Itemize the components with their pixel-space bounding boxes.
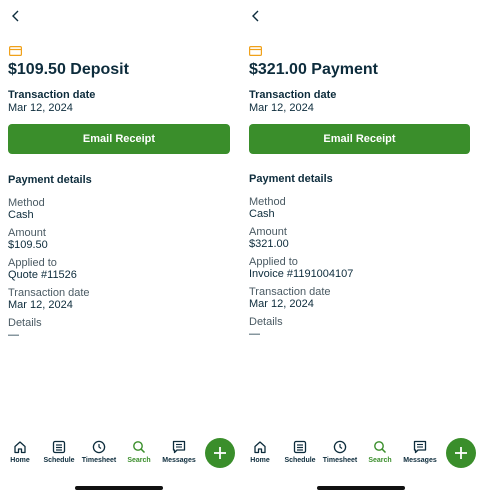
tab-schedule[interactable]: Schedule: [39, 440, 79, 464]
detail-field-amount: Amount $109.50: [8, 227, 48, 251]
field-label: Transaction date: [8, 287, 90, 299]
home-icon: [254, 441, 266, 454]
field-value: $109.50: [8, 239, 48, 251]
email-receipt-button[interactable]: Email Receipt: [249, 124, 470, 154]
home-indicator: [75, 486, 163, 490]
schedule-icon: [52, 440, 66, 454]
field-label: Applied to: [8, 257, 57, 269]
create-fab-button[interactable]: [205, 438, 235, 468]
credit-card-icon: [9, 46, 22, 56]
page-title: $109.50 Deposit: [8, 61, 129, 78]
detail-field-amount: Amount $321.00: [249, 226, 289, 250]
detail-field-details: Details —: [249, 316, 283, 340]
tab-label: Home: [10, 457, 30, 464]
tab-label: Schedule: [284, 457, 316, 464]
tab-label: Search: [368, 457, 392, 464]
email-receipt-button[interactable]: Email Receipt: [8, 124, 230, 154]
tab-label: Schedule: [43, 457, 75, 464]
home-indicator: [317, 486, 405, 490]
field-value: Cash: [8, 209, 34, 221]
back-chevron-icon[interactable]: [8, 8, 24, 24]
field-value: $321.00: [249, 238, 289, 250]
tab-timesheet[interactable]: Timesheet: [79, 440, 119, 464]
detail-field-transaction-date: Transaction date Mar 12, 2024: [8, 287, 90, 311]
home-icon: [14, 441, 26, 454]
back-chevron-icon[interactable]: [248, 8, 264, 24]
plus-icon: [455, 447, 467, 459]
field-label: Transaction date: [249, 286, 331, 298]
detail-field-applied-to: Applied to Quote #11526: [8, 257, 77, 281]
field-value: —: [8, 329, 19, 341]
tab-messages[interactable]: Messages: [159, 440, 199, 464]
page-title: $321.00 Payment: [249, 61, 378, 78]
field-value: Mar 12, 2024: [249, 298, 314, 310]
field-label: Method: [249, 196, 286, 208]
detail-field-method: Method Cash: [249, 196, 286, 220]
plus-icon: [214, 447, 226, 459]
detail-field-details: Details —: [8, 317, 42, 341]
field-label: Details: [8, 317, 42, 329]
tab-home[interactable]: Home: [0, 440, 40, 464]
create-fab-button[interactable]: [446, 438, 476, 468]
tab-search[interactable]: Search: [360, 440, 400, 464]
transaction-date-label: Transaction date: [249, 89, 337, 101]
tab-schedule[interactable]: Schedule: [280, 440, 320, 464]
detail-field-applied-to: Applied to Invoice #1191004107: [249, 256, 353, 280]
field-label: Amount: [249, 226, 287, 238]
clock-icon: [333, 440, 347, 454]
bottom-tab-bar: Home Schedule Timesheet Search Messages: [240, 438, 480, 476]
tab-label: Search: [127, 457, 151, 464]
payment-detail-screen: $321.00 Payment Transaction date Mar 12,…: [240, 0, 480, 495]
field-value: Cash: [249, 208, 275, 220]
detail-field-method: Method Cash: [8, 197, 45, 221]
tab-home[interactable]: Home: [240, 440, 280, 464]
field-label: Applied to: [249, 256, 298, 268]
tab-label: Home: [250, 457, 270, 464]
tab-label: Messages: [403, 457, 437, 464]
transaction-date-value: Mar 12, 2024: [8, 102, 73, 114]
search-icon: [374, 441, 387, 454]
tab-label: Timesheet: [81, 457, 117, 464]
tab-label: Messages: [162, 457, 196, 464]
field-value[interactable]: Invoice #1191004107: [249, 268, 353, 280]
payment-details-heading: Payment details: [249, 173, 333, 185]
field-value: —: [249, 328, 260, 340]
field-label: Amount: [8, 227, 46, 239]
tab-timesheet[interactable]: Timesheet: [320, 440, 360, 464]
messages-icon: [413, 440, 427, 454]
tab-label: Timesheet: [322, 457, 358, 464]
deposit-detail-screen: $109.50 Deposit Transaction date Mar 12,…: [0, 0, 240, 495]
search-icon: [133, 441, 146, 454]
schedule-icon: [293, 440, 307, 454]
detail-field-transaction-date: Transaction date Mar 12, 2024: [249, 286, 331, 310]
field-value: Mar 12, 2024: [8, 299, 73, 311]
field-label: Details: [249, 316, 283, 328]
transaction-date-label: Transaction date: [8, 89, 96, 101]
credit-card-icon: [249, 46, 262, 56]
transaction-date-value: Mar 12, 2024: [249, 102, 314, 114]
payment-details-heading: Payment details: [8, 174, 92, 186]
clock-icon: [92, 440, 106, 454]
bottom-tab-bar: Home Schedule Timesheet Search Messages: [0, 438, 240, 476]
tab-search[interactable]: Search: [119, 440, 159, 464]
field-label: Method: [8, 197, 45, 209]
messages-icon: [172, 440, 186, 454]
field-value[interactable]: Quote #11526: [8, 269, 77, 281]
tab-messages[interactable]: Messages: [400, 440, 440, 464]
